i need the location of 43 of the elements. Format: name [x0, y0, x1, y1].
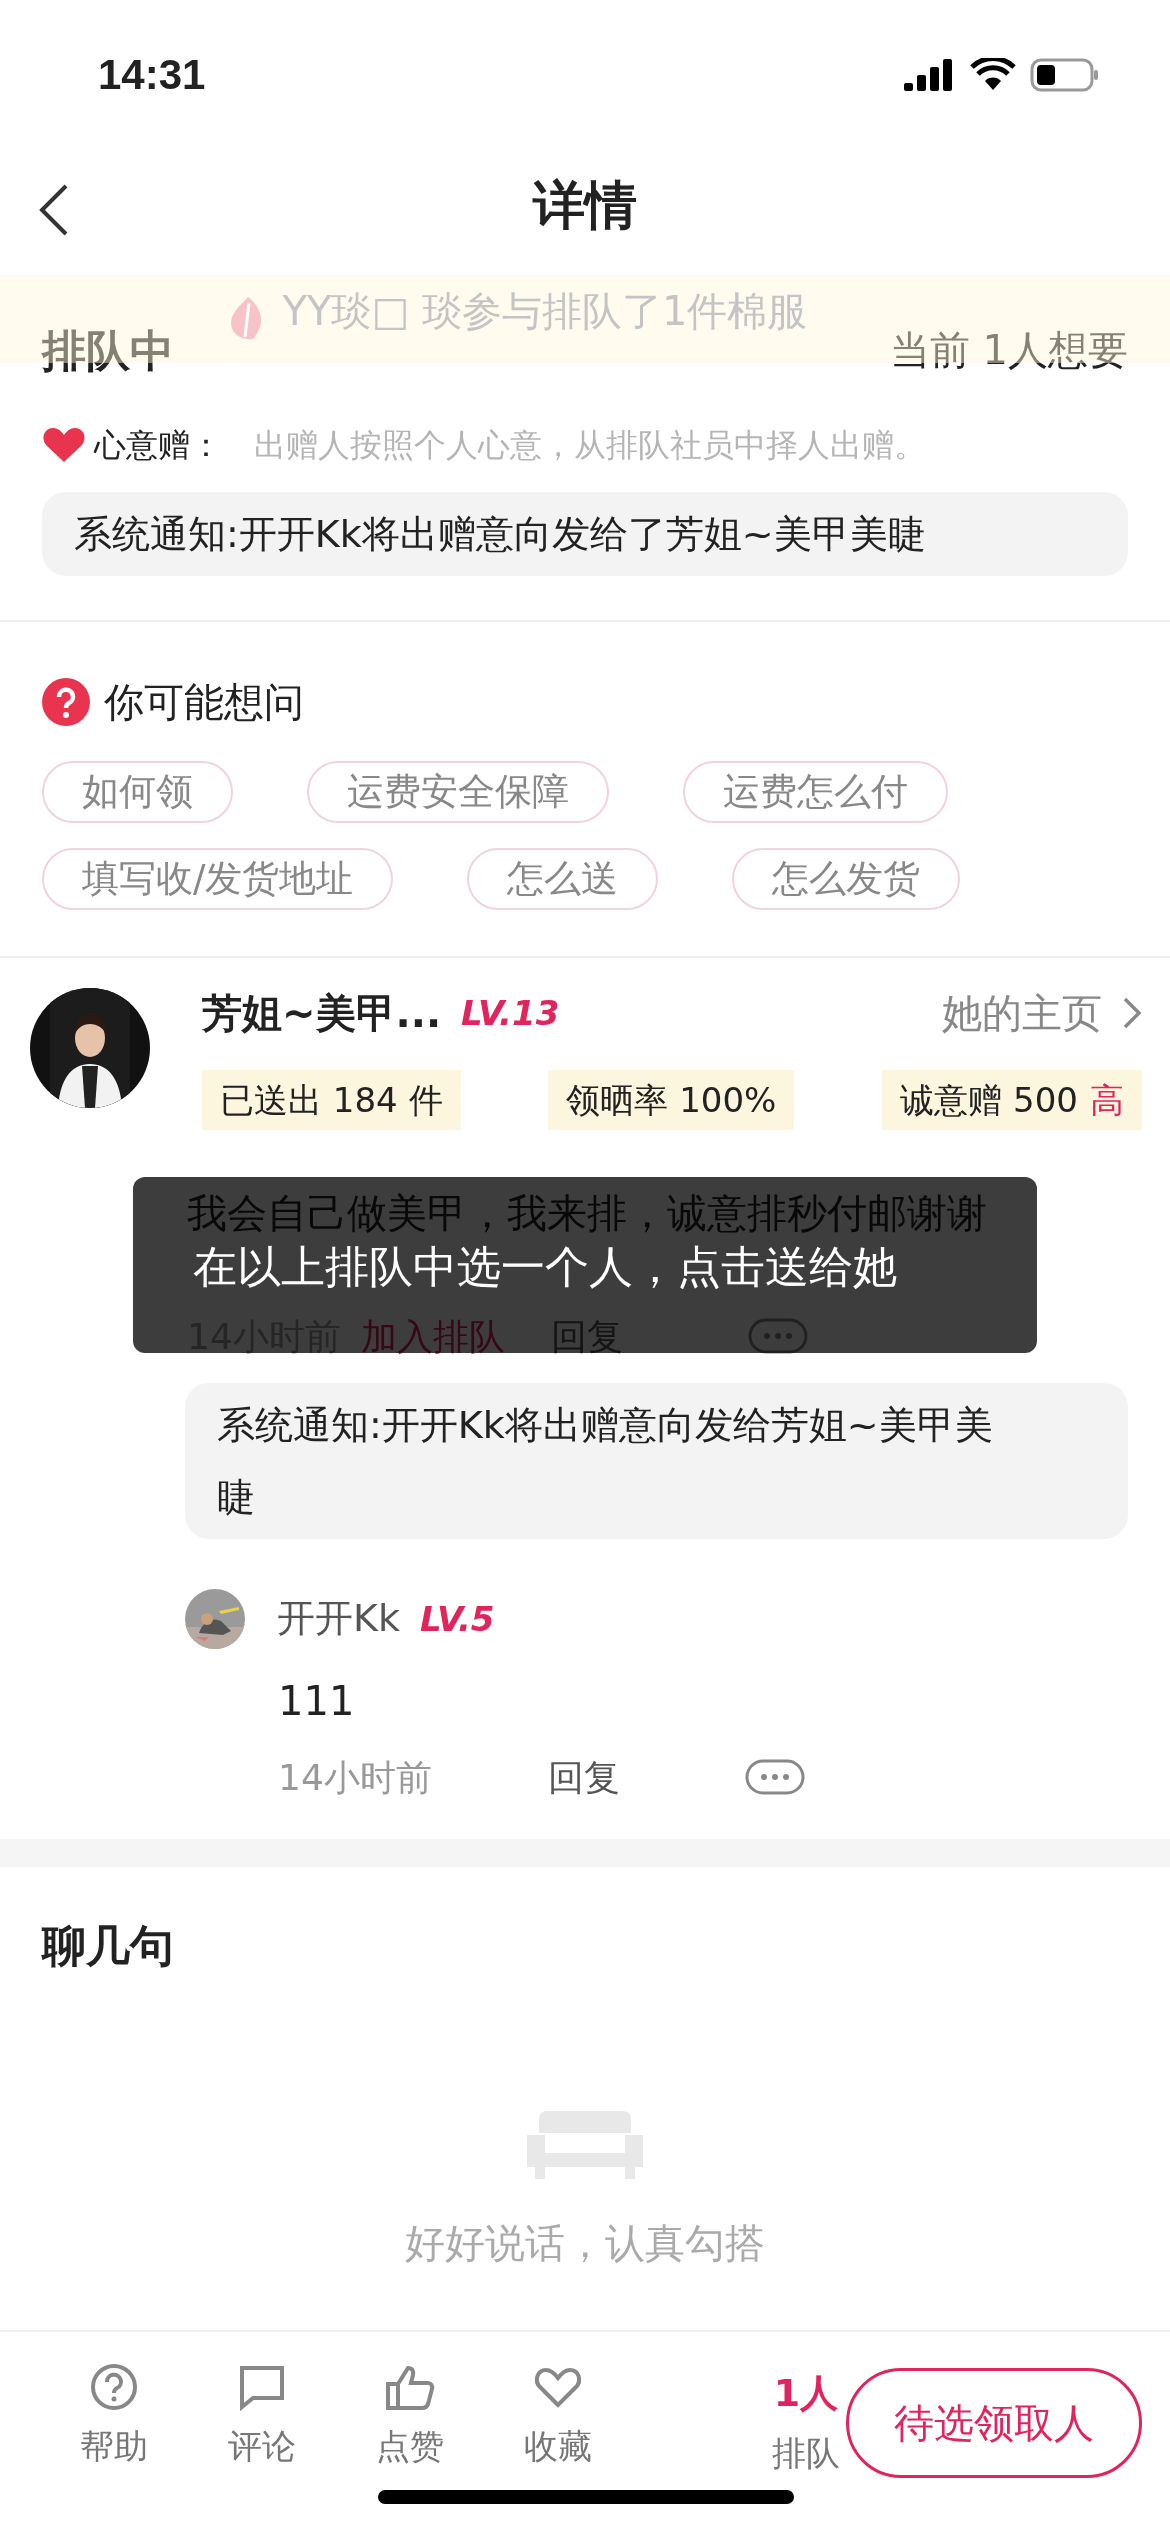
section-title: 排队中	[42, 323, 174, 378]
system-notice: 系统通知:开开Kk将出赠意向发给芳姐~美甲美睫	[185, 1383, 1128, 1539]
comment-time: 14小时前	[278, 1755, 433, 1800]
section-title: 聊几句	[42, 1919, 175, 1973]
empty-hint: 好好说话，认真勾搭	[405, 2219, 765, 2268]
help-icon	[89, 2362, 139, 2412]
toast-text: 在以上排队中选一个人，点击送给她	[193, 1240, 897, 1294]
want-count: 当前 1人想要	[889, 326, 1128, 375]
tab-bar-item[interactable]: 点赞	[336, 2362, 484, 2470]
level-label: LV.5	[419, 1597, 495, 1641]
comment-text: 111	[278, 1677, 356, 1726]
section-title: 你可能想问	[104, 678, 304, 727]
choose-recipient-button[interactable]: 待选领取人	[846, 2368, 1142, 2478]
mode-description: 出赠人按照个人心意，从排队社员中择人出赠。	[254, 425, 926, 465]
queue-button[interactable]: 1人 排队	[772, 2368, 840, 2477]
question-chip[interactable]: 怎么送	[467, 848, 659, 910]
profile-link[interactable]: 她的主页	[942, 988, 1102, 1038]
status-time: 14:31	[98, 49, 206, 100]
stat-tag: 诚意赠 500 高	[882, 1070, 1142, 1130]
banner-text: YY琰□ 琰参与排队了1件棉服	[282, 287, 808, 336]
mode-label: 心意赠：	[94, 425, 222, 465]
stat-tag: 领晒率 100%	[548, 1070, 795, 1130]
page-title: 详情	[533, 173, 637, 237]
stat-tag: 已送出 184 件	[202, 1070, 461, 1130]
chevron-right-icon[interactable]	[1122, 996, 1142, 1030]
reply-link[interactable]: 回复	[548, 1754, 745, 1800]
tab-bar-item[interactable]: 评论	[188, 2362, 336, 2470]
user-name: 开开Kk	[277, 1595, 400, 1643]
battery-icon	[1030, 58, 1100, 92]
question-chip[interactable]: 填写收/发货地址	[42, 848, 394, 910]
heart-icon	[42, 426, 86, 464]
more-icon[interactable]	[745, 1759, 805, 1795]
question-icon	[42, 678, 90, 726]
question-chip[interactable]: 运费怎么付	[683, 761, 948, 823]
question-chip[interactable]: 如何领	[42, 761, 233, 823]
question-chip[interactable]: 怎么发货	[732, 848, 961, 910]
system-notice: 系统通知:开开Kk将出赠意向发给了芳姐~美甲美睫	[42, 492, 1128, 576]
tab-bar-item[interactable]: 收藏	[484, 2362, 632, 2470]
question-chip[interactable]: 运费安全保障	[307, 761, 609, 823]
wifi-icon	[970, 58, 1016, 92]
tab-bar-item[interactable]: 帮助	[40, 2362, 188, 2470]
giver-name: 芳姐~美甲...	[202, 989, 442, 1038]
level-label: LV.13	[461, 991, 560, 1035]
